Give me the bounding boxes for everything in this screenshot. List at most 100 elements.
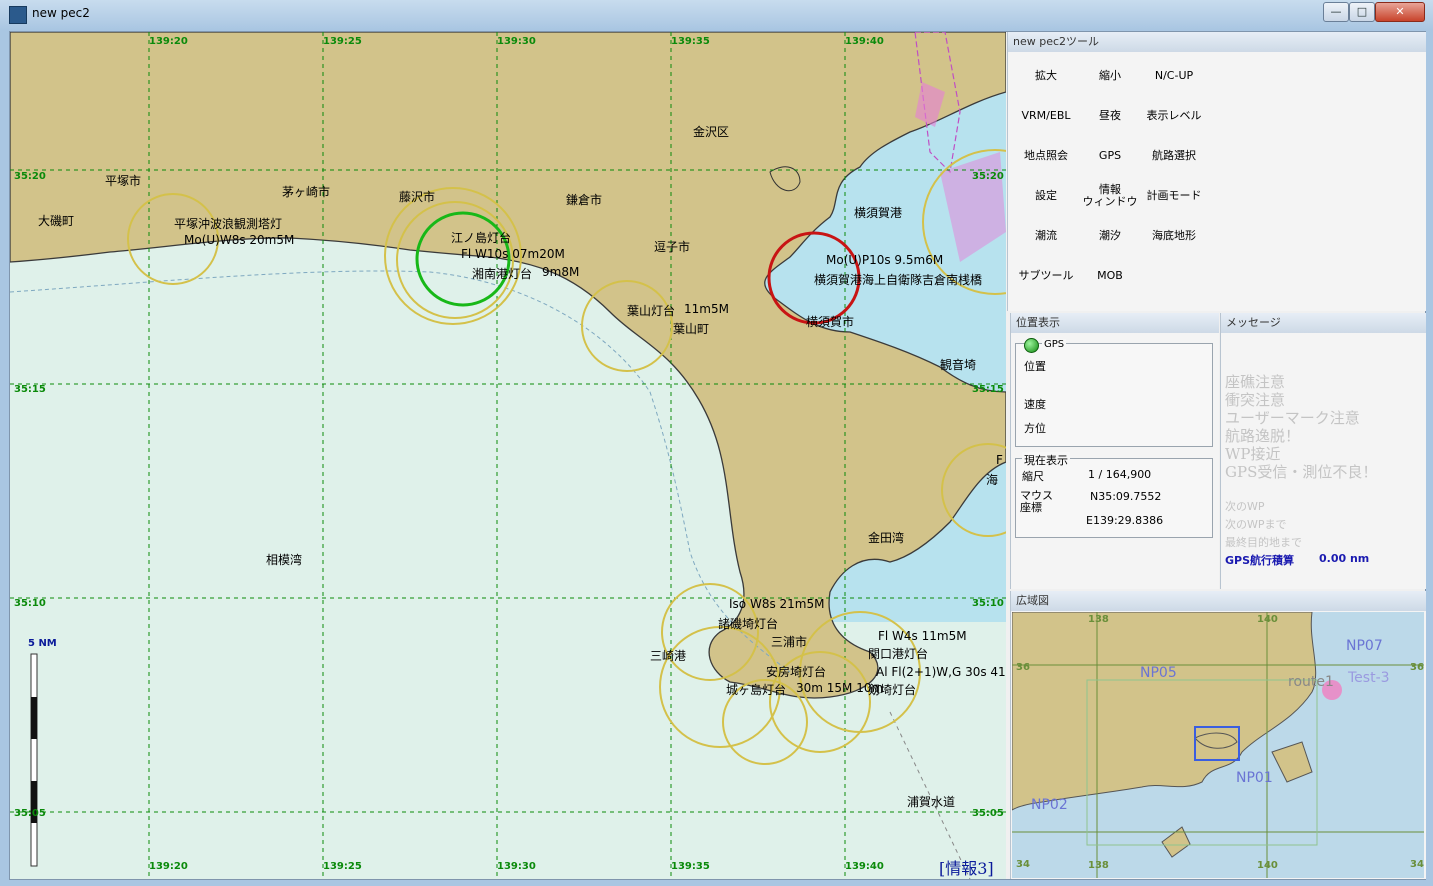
zoom-out-button[interactable]: 縮小 [1078,58,1142,94]
place-label: 相模湾 [266,553,303,567]
light-label: 葉山灯台 [627,304,676,318]
area-np01[interactable]: NP01 [1236,770,1273,786]
mouse-longitude: E139:29.8386 [1086,514,1164,527]
tidal-current-button[interactable]: 潮流 [1014,218,1078,254]
north-course-up-button[interactable]: N/C-UP [1142,58,1206,94]
mouse-latitude: N35:09.7552 [1090,490,1162,503]
place-label: 横須賀市 [806,315,855,329]
grid-label-left: 35:20 [14,171,46,182]
grid-label-left: 35:10 [14,598,46,609]
subtool-button[interactable]: サブツール [1014,258,1078,294]
area-np05[interactable]: NP05 [1140,665,1177,681]
overview-boso [1271,741,1313,783]
nautical-chart[interactable]: 139:20 139:25 139:30 139:35 139:40 139:2… [10,32,1006,879]
settings-button[interactable]: 設定 [1014,178,1078,214]
chart-canvas[interactable] [10,32,1006,879]
light-characteristic: Mo(U)P10s 9.5m6M [826,253,944,267]
gps-total-value: 0.00 nm [1319,552,1370,565]
light-label: 海 [986,473,999,487]
overview-panel-title: 広域図 [1011,591,1426,611]
grid-label-right: 35:15 [972,384,1004,395]
overview-grid-label: 36 [1016,662,1030,673]
place-label: 横須賀港 [854,206,903,220]
seabed-terrain-button[interactable]: 海底地形 [1142,218,1206,254]
grid-label-top: 139:35 [671,36,710,47]
tools-panel: new pec2ツール 拡大 縮小 N/C-UP VRM/EBL 昼夜 表示レベ… [1007,32,1426,311]
gps-label: GPS [1042,339,1067,350]
place-label: 藤沢市 [399,190,436,204]
next-wp-label: 次のWP [1225,500,1265,513]
light-characteristic: 9m8M [542,265,580,279]
light-characteristic: Iso W8s 21m5M [729,597,825,611]
info-label[interactable]: [情報3] [939,855,994,879]
scale-value: 1 / 164,900 [1088,468,1152,481]
app-icon [9,6,27,24]
grid-label-bottom: 139:25 [323,861,362,872]
area-np02[interactable]: NP02 [1031,797,1068,813]
grid-label-top: 139:30 [497,36,536,47]
gps-total-label: GPS航行積算 [1225,554,1295,567]
info-window-button[interactable]: 情報 ウィンドウ [1078,178,1142,214]
light-label: 安房埼灯台 [766,665,827,679]
grid-label-right: 35:05 [972,808,1004,819]
message-panel: メッセージ 座礁注意 衝突注意 ユーザーマーク注意 航路逸脱！ WP接近 GPS… [1220,313,1426,589]
overview-map[interactable]: 138 140 36 34 36 34 138 140 NP07 NP05 NP… [1012,612,1424,878]
gps-button[interactable]: GPS [1078,138,1142,174]
light-characteristic: Mo(U)W8s 20m5M [184,233,295,247]
mob-button[interactable]: MOB [1078,258,1142,294]
client-area: 139:20 139:25 139:30 139:35 139:40 139:2… [9,31,1426,880]
overview-grid-label: 140 [1257,614,1278,625]
tools-panel-title: new pec2ツール [1008,32,1426,52]
grid-label-right: 35:20 [972,171,1004,182]
plan-mode-button[interactable]: 計画モード [1142,178,1206,214]
tide-button[interactable]: 潮汐 [1078,218,1142,254]
position-panel: 位置表示 GPS 位置 速度 方位 現在表示 縮尺 1 / 164,900 マウ… [1010,313,1219,589]
place-label: 三崎港 [650,649,687,663]
close-button[interactable]: ✕ [1375,2,1425,22]
mouse-coords-label: マウス 座標 [1020,489,1053,514]
current-display-title: 現在表示 [1022,452,1070,468]
place-label: 平塚市 [105,174,142,188]
day-night-button[interactable]: 昼夜 [1078,98,1142,134]
light-label: 湘南港灯台 [472,267,533,281]
message-panel-title: メッセージ [1221,313,1426,333]
point-query-button[interactable]: 地点照会 [1014,138,1078,174]
grid-label-left: 35:05 [14,808,46,819]
display-level-button[interactable]: 表示レベル [1142,98,1206,134]
scale-bar [30,653,38,867]
warning-gps-fix: GPS受信・測位不良！ [1225,463,1378,481]
gps-status-box: GPS 位置 速度 方位 [1015,338,1213,447]
zoom-in-button[interactable]: 拡大 [1014,58,1078,94]
grid-label-bottom: 139:35 [671,861,710,872]
place-label: 金田湾 [868,531,905,545]
overview-grid-label: 34 [1410,859,1424,870]
light-label: 横須賀港海上自衛隊吉倉南桟橋 [814,273,983,287]
minimize-button[interactable]: — [1323,2,1349,22]
overview-grid-label: 138 [1088,614,1109,625]
app-window: new pec2 — □ ✕ 139:20 139:25 139:30 139:… [0,0,1433,886]
grid-label-top: 139:20 [149,36,188,47]
light-label: 城ヶ島灯台 [726,683,787,697]
overview-grid-label: 140 [1257,860,1278,871]
distance-next-wp-label: 次のWPまで [1225,518,1287,531]
place-label: 大磯町 [38,214,75,228]
route-select-button[interactable]: 航路選択 [1142,138,1206,174]
title-bar[interactable]: new pec2 — □ ✕ [0,0,1433,28]
overview-grid-label: 34 [1016,859,1030,870]
light-characteristic: 11m5M [684,302,729,316]
place-label: 観音埼 [940,358,977,372]
test-label: Test-3 [1348,670,1390,686]
light-characteristic: Al Fl(2+1)W,G 30s 41m [876,665,1006,679]
grid-label-bottom: 139:20 [149,861,188,872]
place-label: 鎌倉市 [566,193,603,207]
area-np07[interactable]: NP07 [1346,638,1383,654]
grid-label-left: 35:15 [14,384,46,395]
vrm-ebl-button[interactable]: VRM/EBL [1014,98,1078,134]
light-label: F [996,453,1003,467]
position-label: 位置 [1024,360,1046,373]
window-title: new pec2 [32,6,90,20]
grid-label-bottom: 139:30 [497,861,536,872]
current-display-box: 現在表示 縮尺 1 / 164,900 マウス 座標 N35:09.7552 E… [1015,452,1213,538]
position-panel-title: 位置表示 [1011,313,1219,333]
maximize-button[interactable]: □ [1349,2,1375,22]
